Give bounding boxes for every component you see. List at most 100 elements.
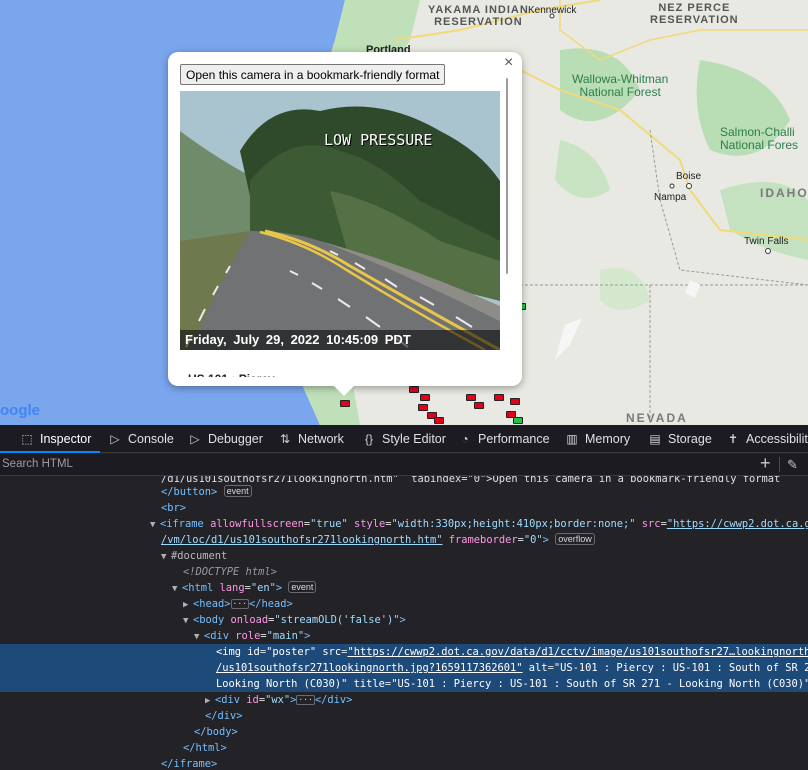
popup-tail xyxy=(334,386,354,396)
tab-debugger[interactable]: ▷ Debugger xyxy=(188,425,263,453)
nampa-label: Nampa xyxy=(654,192,687,203)
tree-row[interactable]: /vm/loc/d1/us101southofsr271lookingnorth… xyxy=(0,532,808,548)
memory-icon: ▥ xyxy=(566,432,578,446)
tree-tag: </body> xyxy=(194,726,238,738)
tree-row[interactable]: <!DOCTYPE html> xyxy=(0,564,808,580)
camera-marker[interactable] xyxy=(494,394,504,401)
tree-row-selected[interactable]: Looking North (C030)" title="US-101 : Pi… xyxy=(0,676,808,692)
tree-attr: id xyxy=(247,646,260,658)
tree-tag: </iframe> xyxy=(161,758,218,770)
camera-marker[interactable] xyxy=(409,386,419,393)
idaho-label: IDAHO xyxy=(760,186,808,200)
tree-row[interactable]: ▼ #document xyxy=(0,548,808,564)
yakama-label: YAKAMA INDIAN RESERVATION xyxy=(428,4,529,28)
search-html-input[interactable]: Search HTML xyxy=(2,458,73,470)
eyedropper-icon[interactable]: ✎ xyxy=(787,457,798,473)
tree-url[interactable]: /vm/loc/d1/us101southofsr271lookingnorth… xyxy=(161,534,443,546)
tree-attr: title xyxy=(353,678,385,690)
google-logo: oogle xyxy=(0,402,40,419)
expand-toggle-icon[interactable]: ▼ xyxy=(161,549,171,565)
tab-performance-label: Performance xyxy=(478,432,550,446)
tree-row[interactable]: <br> xyxy=(0,500,808,516)
tab-storage[interactable]: ▤ Storage xyxy=(648,425,711,453)
tab-network[interactable]: ⇅ Network xyxy=(278,425,344,453)
event-badge[interactable]: event xyxy=(288,581,317,593)
tree-value: "wx" xyxy=(265,694,291,706)
camera-marker[interactable] xyxy=(513,417,523,424)
tree-attr: src xyxy=(322,646,342,658)
tab-accessibility-label: Accessibilit xyxy=(746,432,808,446)
accessibility-icon: ✝ xyxy=(727,432,739,446)
console-icon: ▷ xyxy=(110,432,120,446)
expand-toggle-icon[interactable]: ▼ xyxy=(194,629,204,645)
twin-falls-label: Twin Falls xyxy=(744,236,789,247)
camera-marker[interactable] xyxy=(434,417,444,424)
expand-toggle-icon[interactable]: ▼ xyxy=(172,581,182,597)
tree-row[interactable]: </body> xyxy=(0,724,808,740)
camera-marker[interactable] xyxy=(510,398,520,405)
tree-value: "width:330px;height:410px;border:none;" xyxy=(391,518,636,530)
tab-accessibility[interactable]: ✝ Accessibilit xyxy=(726,425,808,453)
close-icon[interactable]: × xyxy=(504,54,513,72)
tree-document: #document xyxy=(171,550,228,562)
tree-row[interactable]: ▶ <head> ··· </head> xyxy=(0,596,808,612)
salmon-label: Salmon-Challi National Fores xyxy=(720,125,799,152)
tab-style-editor[interactable]: {} Style Editor xyxy=(362,425,446,453)
tree-url[interactable]: /us101southofsr271lookingnorth.jpg?16591… xyxy=(216,662,523,674)
tab-console[interactable]: ▷ Console xyxy=(108,425,174,453)
tree-value: "poster" xyxy=(266,646,317,658)
tab-memory[interactable]: ▥ Memory xyxy=(565,425,630,453)
tree-attr: frameborder xyxy=(448,534,518,546)
expand-toggle-icon[interactable]: ▶ xyxy=(205,693,215,709)
tree-value: Looking North (C030)" xyxy=(216,678,348,690)
tree-attr: style xyxy=(353,518,386,530)
tree-attr: allowfullscreen xyxy=(210,518,304,530)
tree-tag: <img xyxy=(216,646,242,658)
tree-value: "0" xyxy=(523,534,543,546)
tab-inspector-label: Inspector xyxy=(40,432,92,446)
camera-caption: US 101 : Piercy xyxy=(188,368,275,377)
network-icon: ⇅ xyxy=(279,432,291,446)
tree-value: "main" xyxy=(266,630,305,642)
tree-row[interactable]: ▶ <div id="wx"> ··· </div> xyxy=(0,692,808,708)
nevada-label: NEVADA xyxy=(626,411,688,425)
event-badge[interactable]: event xyxy=(223,485,252,497)
tree-row[interactable]: </html> xyxy=(0,740,808,756)
camera-marker[interactable] xyxy=(474,402,484,409)
camera-marker[interactable] xyxy=(340,400,350,407)
markup-tree[interactable]: /d1/us101southofsr271lookingnorth.htm" t… xyxy=(0,476,808,770)
tree-row-selected[interactable]: <img id="poster" src="https://cwwp2.dot.… xyxy=(0,644,808,660)
tree-tag: </head> xyxy=(249,598,293,610)
collapsed-dots[interactable]: ··· xyxy=(230,599,249,609)
map-view[interactable]: YAKAMA INDIAN RESERVATION Kennewick NEZ … xyxy=(0,0,808,425)
camera-marker[interactable] xyxy=(466,394,476,401)
tree-url[interactable]: "https://cwwp2.dot.ca.gov/data/d1/cctv/i… xyxy=(347,646,808,658)
tab-inspector[interactable]: ⬚ Inspector xyxy=(20,425,91,453)
tab-performance[interactable]: ◔ Performance xyxy=(458,425,550,453)
tree-url[interactable]: "https://cwwp2.dot.ca.gov xyxy=(667,518,808,530)
expand-toggle-icon[interactable]: ▶ xyxy=(183,597,193,613)
expand-toggle-icon[interactable]: ▼ xyxy=(183,613,193,629)
html-search-bar[interactable]: Search HTML + ✎ xyxy=(0,453,808,476)
tree-row[interactable]: </iframe> xyxy=(0,756,808,770)
tree-row[interactable]: ▼ <iframe allowfullscreen="true" style="w… xyxy=(0,516,808,532)
tree-row-selected[interactable]: /us101southofsr271lookingnorth.jpg?16591… xyxy=(0,660,808,676)
tree-tag: > xyxy=(304,630,311,642)
bookmark-friendly-button[interactable]: Open this camera in a bookmark-friendly … xyxy=(180,64,446,85)
tree-row[interactable]: </div> xyxy=(0,708,808,724)
collapsed-dots[interactable]: ··· xyxy=(296,695,315,705)
camera-marker[interactable] xyxy=(420,394,430,401)
add-node-icon[interactable]: + xyxy=(760,453,771,474)
overflow-badge[interactable]: overflow xyxy=(555,533,595,545)
tree-doctype: <!DOCTYPE html> xyxy=(183,566,277,578)
tree-row[interactable]: ▼ <div role="main"> xyxy=(0,628,808,644)
camera-timestamp: Friday, July 29, 2022 10:45:09 PDT xyxy=(180,330,500,350)
tree-value: "en" xyxy=(250,582,276,594)
tree-row[interactable]: </button> event xyxy=(0,484,808,500)
tree-attr: lang xyxy=(219,582,245,594)
expand-toggle-icon[interactable]: ▼ xyxy=(150,517,160,533)
camera-marker[interactable] xyxy=(418,404,428,411)
tree-row[interactable]: ▼ <html lang="en"> event xyxy=(0,580,808,596)
popup-scrollbar[interactable] xyxy=(506,78,508,274)
tree-row[interactable]: ▼ <body onload="streamOLD('false')"> xyxy=(0,612,808,628)
